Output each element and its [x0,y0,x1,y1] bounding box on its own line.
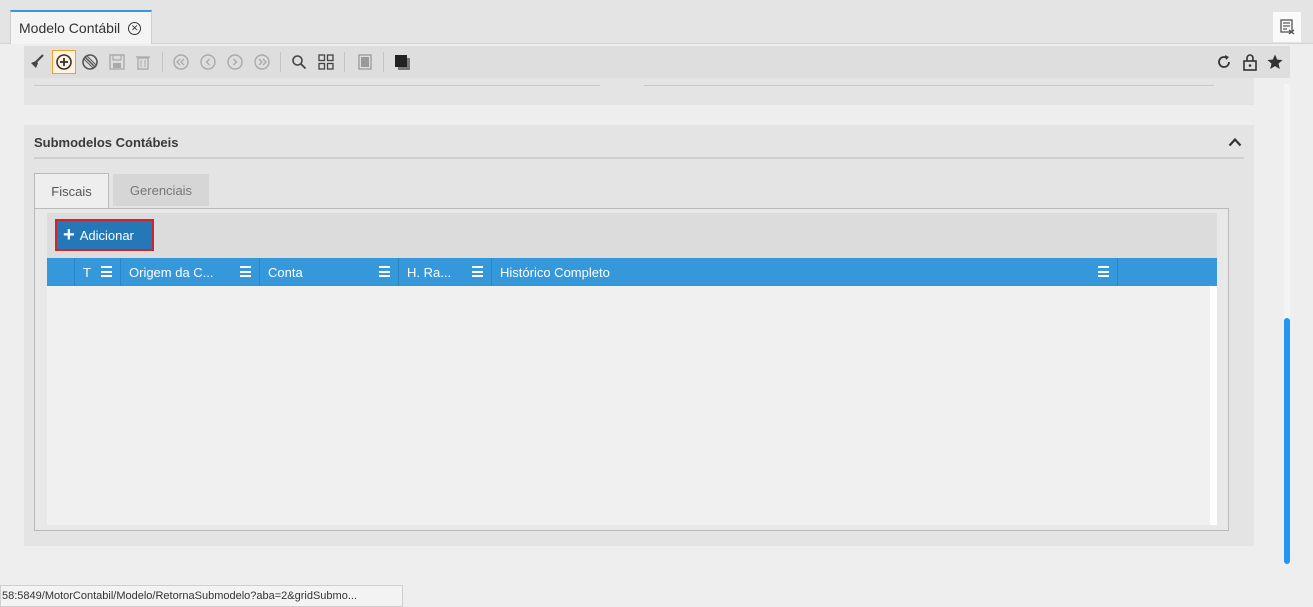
page-scrollbar-thumb[interactable] [1284,318,1290,564]
chevron-up-icon[interactable] [1226,133,1244,151]
grid-toolbar: + Adicionar [47,213,1217,258]
section-header[interactable]: Submodelos Contábeis [34,125,1244,159]
field-underline [644,85,1214,86]
stack-icon[interactable] [390,50,414,74]
column-t[interactable]: T [75,258,121,286]
toolbar-separator [344,52,345,72]
form-content: Submodelos Contábeis Fiscais Gerenciais … [24,78,1282,548]
column-label: Origem da C... [129,264,214,280]
window-list-icon[interactable] [1273,12,1301,42]
tab-label: Fiscais [51,183,92,199]
next-record-icon[interactable] [223,50,247,74]
add-button[interactable]: + Adicionar [55,219,154,251]
section-title: Submodelos Contábeis [34,135,179,150]
column-label: Histórico Completo [500,264,610,280]
hamburger-menu-icon[interactable] [379,266,390,277]
submodelos-section: Submodelos Contábeis Fiscais Gerenciais … [24,125,1254,546]
submodel-grid: T Origem da C... Conta H. Ra... Históric… [47,258,1217,525]
column-origem[interactable]: Origem da C... [121,258,260,286]
column-label: T [83,264,91,280]
lock-icon[interactable] [1238,50,1262,74]
grid-view-icon[interactable] [314,50,338,74]
refresh-icon[interactable] [1212,50,1236,74]
tab-gerenciais[interactable]: Gerenciais [113,174,209,206]
column-h-ra[interactable]: H. Ra... [399,258,492,286]
toolbar-separator [162,52,163,72]
column-historico-completo[interactable]: Histórico Completo [492,258,1118,286]
submodel-tabs: Fiscais Gerenciais [34,173,1234,209]
status-url: 58:5849/MotorContabil/Modelo/RetornaSubm… [0,585,403,607]
toolbar-separator [280,52,281,72]
tab-panel-fiscais: + Adicionar T Origem da C... Conta H. Ra… [34,208,1229,531]
hamburger-menu-icon[interactable] [472,266,483,277]
document-tab-bar: Modelo Contábil ✕ [0,0,1313,44]
app-window: Modelo Contábil ✕ Submodelos Contábeis F… [0,0,1313,607]
cancel-circle-icon[interactable] [78,50,102,74]
save-icon[interactable] [105,50,129,74]
broom-icon[interactable] [25,50,49,74]
first-record-icon[interactable] [169,50,193,74]
grid-body[interactable] [47,286,1209,525]
star-icon[interactable] [1263,50,1287,74]
column-label: Conta [268,264,303,280]
column-label: H. Ra... [407,264,452,280]
tab-modelo-contabil[interactable]: Modelo Contábil ✕ [10,10,152,44]
hamburger-menu-icon[interactable] [1098,266,1109,277]
tab-label: Gerenciais [129,182,193,198]
grid-scrollbar[interactable] [1210,286,1217,525]
previous-record-icon[interactable] [196,50,220,74]
search-icon[interactable] [287,50,311,74]
main-toolbar [24,46,1290,78]
column-select[interactable] [47,258,75,286]
tab-fiscais[interactable]: Fiscais [34,173,109,208]
hamburger-menu-icon[interactable] [240,266,251,277]
document-icon[interactable] [353,50,377,74]
previous-section-fragment [24,78,1254,105]
trash-icon[interactable] [131,50,155,74]
close-circle-icon[interactable]: ✕ [128,21,142,35]
add-circle-icon[interactable] [52,50,76,74]
toolbar-separator [383,52,384,72]
tab-title: Modelo Contábil [19,20,121,36]
hamburger-menu-icon[interactable] [101,266,112,277]
field-underline [34,85,600,86]
column-conta[interactable]: Conta [260,258,399,286]
last-record-icon[interactable] [250,50,274,74]
grid-header: T Origem da C... Conta H. Ra... Históric… [47,258,1217,286]
add-button-label: Adicionar [79,227,134,243]
plus-icon: + [63,224,75,246]
